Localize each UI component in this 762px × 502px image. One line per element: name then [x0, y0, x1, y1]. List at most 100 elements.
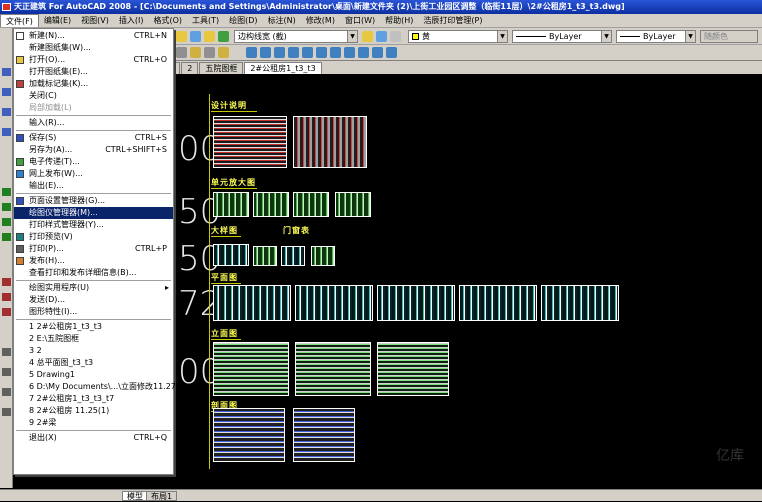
- menu-tools[interactable]: 工具(T): [187, 14, 224, 27]
- file-menu-item[interactable]: 输入(R)...: [14, 117, 173, 129]
- file-menu-item[interactable]: 发送(D)...: [14, 294, 173, 306]
- drawing-sheet[interactable]: [377, 285, 455, 321]
- file-menu-item[interactable]: 退出(X) CTRL+Q: [14, 432, 173, 444]
- file-menu-item[interactable]: 绘图仪管理器(M)...: [14, 207, 173, 219]
- doc-tab[interactable]: 五院图框: [199, 62, 244, 74]
- tool-icon[interactable]: [358, 47, 369, 58]
- layer-combo[interactable]: 边构线宽 (截) ▼: [234, 30, 358, 43]
- color-combo[interactable]: 黄 ▼: [408, 30, 508, 43]
- tool-icon[interactable]: [2, 108, 11, 116]
- drawing-sheet[interactable]: [335, 192, 371, 217]
- drawing-sheet[interactable]: [281, 246, 305, 266]
- drawing-sheet[interactable]: [213, 244, 249, 266]
- tool-icon[interactable]: [2, 278, 11, 286]
- menu-draw[interactable]: 绘图(D): [224, 14, 262, 27]
- tool-icon[interactable]: [344, 47, 355, 58]
- menu-file[interactable]: 文件(F): [0, 14, 39, 27]
- layer-icon[interactable]: [176, 31, 187, 42]
- file-menu-item[interactable]: 查看打印和发布详细信息(B)...: [14, 267, 173, 279]
- tool-icon[interactable]: [2, 308, 11, 316]
- file-menu-item[interactable]: 打开图纸集(E)...: [14, 66, 173, 78]
- file-menu-item[interactable]: 网上发布(W)...: [14, 168, 173, 180]
- menu-view[interactable]: 视图(V): [76, 14, 114, 27]
- lock-icon[interactable]: [204, 31, 215, 42]
- file-menu-item[interactable]: 1 2#公租房1_t3_t3: [14, 321, 173, 333]
- doc-tab[interactable]: 2: [181, 62, 199, 74]
- tool-icon[interactable]: [316, 47, 327, 58]
- file-menu-item[interactable]: 3 2: [14, 345, 173, 357]
- file-menu-item[interactable]: 关闭(C): [14, 90, 173, 102]
- lineweight-combo[interactable]: ByLayer ▼: [616, 30, 696, 43]
- dim-icon[interactable]: [204, 47, 215, 58]
- file-menu-item[interactable]: 保存(S) CTRL+S: [14, 132, 173, 144]
- tool-icon[interactable]: [2, 88, 11, 96]
- drawing-sheet[interactable]: [541, 285, 619, 321]
- tool-icon[interactable]: [2, 368, 11, 376]
- file-menu-item[interactable]: 页面设置管理器(G)...: [14, 195, 173, 207]
- drawing-sheet[interactable]: [213, 285, 291, 321]
- file-menu-item[interactable]: 电子传递(T)...: [14, 156, 173, 168]
- file-menu-item[interactable]: 打印(P)... CTRL+P: [14, 243, 173, 255]
- layer-previous-icon[interactable]: [376, 31, 387, 42]
- file-menu-item[interactable]: 8 2#公租房 11.25(1): [14, 405, 173, 417]
- file-menu-item[interactable]: 9 2#梁: [14, 417, 173, 429]
- file-menu-item[interactable]: 新建(N)... CTRL+N: [14, 30, 173, 42]
- file-menu-item[interactable]: 打开(O)... CTRL+O: [14, 54, 173, 66]
- file-menu-item[interactable]: 打印预览(V): [14, 231, 173, 243]
- drawing-sheet[interactable]: [295, 342, 371, 396]
- file-menu-item[interactable]: 4 总平面图_t3_t3: [14, 357, 173, 369]
- file-menu-item[interactable]: 输出(E)...: [14, 180, 173, 192]
- drawing-sheet[interactable]: [293, 116, 367, 168]
- drawing-sheet[interactable]: [377, 342, 449, 396]
- doc-tab-active[interactable]: 2#公租房1_t3_t3: [244, 62, 322, 74]
- drawing-sheet[interactable]: [213, 408, 285, 462]
- tool-icon[interactable]: [2, 348, 11, 356]
- file-menu-item[interactable]: 绘图实用程序(U) ▸: [14, 282, 173, 294]
- file-menu-item[interactable]: 加载标记集(K)...: [14, 78, 173, 90]
- tab-model[interactable]: 模型: [122, 491, 148, 501]
- drawing-sheet[interactable]: [293, 408, 355, 462]
- file-menu-item[interactable]: 打印样式管理器(Y)...: [14, 219, 173, 231]
- file-menu-item[interactable]: 发布(H)...: [14, 255, 173, 267]
- tool-icon[interactable]: [2, 128, 11, 136]
- drawing-sheet[interactable]: [293, 192, 329, 217]
- file-menu-item[interactable]: 新建图纸集(W)...: [14, 42, 173, 54]
- tool-icon[interactable]: [2, 188, 11, 196]
- menu-window[interactable]: 窗口(W): [340, 14, 380, 27]
- drawing-sheet[interactable]: [253, 192, 289, 217]
- tool-icon[interactable]: [2, 233, 11, 241]
- menu-format[interactable]: 格式(O): [148, 14, 187, 27]
- file-menu-item[interactable]: 6 D:\My Documents\...\立面修改11.27: [14, 381, 176, 393]
- drawing-sheet[interactable]: [459, 285, 537, 321]
- tool-icon[interactable]: [330, 47, 341, 58]
- tool-icon[interactable]: [274, 47, 285, 58]
- tool-icon[interactable]: [2, 408, 11, 416]
- tool-icon[interactable]: [2, 388, 11, 396]
- menu-dimension[interactable]: 标注(N): [263, 14, 301, 27]
- sun-icon[interactable]: [190, 31, 201, 42]
- tool-icon[interactable]: [2, 218, 11, 226]
- tool-icon[interactable]: [386, 47, 397, 58]
- drawing-sheet[interactable]: [295, 285, 373, 321]
- drawing-sheet[interactable]: [213, 192, 249, 217]
- file-menu-item[interactable]: 7 2#公租房1_t3_t3_t7: [14, 393, 173, 405]
- menu-print-manager[interactable]: 浩辰打印管理(P): [418, 14, 487, 27]
- tool-icon[interactable]: [302, 47, 313, 58]
- tool-icon[interactable]: [372, 47, 383, 58]
- drawing-sheet[interactable]: [311, 246, 335, 266]
- menu-help[interactable]: 帮助(H): [380, 14, 418, 27]
- tool-icon[interactable]: [260, 47, 271, 58]
- tab-layout1[interactable]: 布局1: [146, 491, 178, 501]
- tool-icon[interactable]: [2, 203, 11, 211]
- tool-icon[interactable]: [2, 293, 11, 301]
- color-square-icon[interactable]: [218, 31, 229, 42]
- file-menu-item[interactable]: 5 Drawing1: [14, 369, 173, 381]
- file-menu-item[interactable]: 另存为(A)... CTRL+SHIFT+S: [14, 144, 173, 156]
- linetype-combo[interactable]: ByLayer ▼: [512, 30, 612, 43]
- drawing-sheet[interactable]: [213, 116, 287, 168]
- file-menu-item[interactable]: 图形特性(I)...: [14, 306, 173, 318]
- dim-icon[interactable]: [176, 47, 187, 58]
- dim-icon[interactable]: [218, 47, 229, 58]
- dim-icon[interactable]: [190, 47, 201, 58]
- plotstyle-combo[interactable]: 随颜色: [700, 30, 758, 43]
